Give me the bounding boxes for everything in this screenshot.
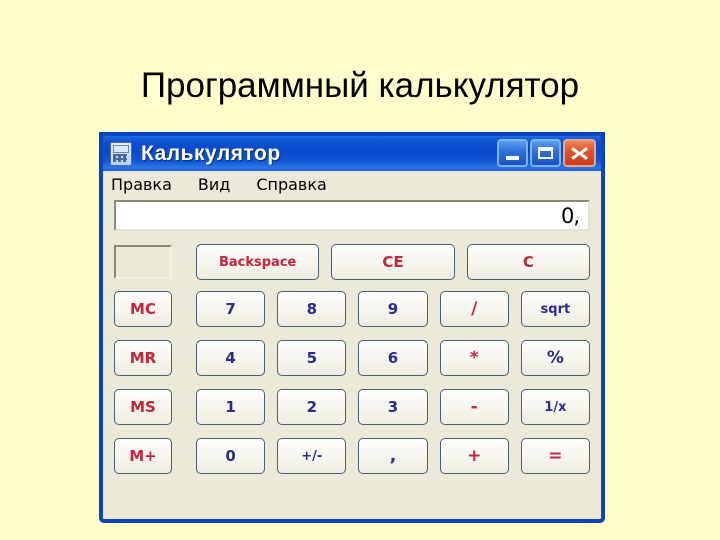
close-x-glyph	[571, 147, 588, 160]
sign-toggle-button[interactable]: +/-	[277, 438, 347, 474]
add-button[interactable]: +	[439, 438, 509, 474]
maximize-icon[interactable]	[530, 139, 561, 167]
top-button-row: Backspace CE C	[114, 243, 590, 281]
memory-button-column: MC MR MS M+	[114, 291, 172, 474]
display-field[interactable]: 0,	[114, 200, 590, 231]
menu-item-edit[interactable]: Правка	[111, 175, 172, 194]
digit-3-button[interactable]: 3	[358, 389, 428, 425]
clear-entry-button[interactable]: CE	[331, 244, 455, 280]
minimize-icon[interactable]	[497, 139, 528, 167]
equals-button[interactable]: =	[520, 438, 590, 474]
percent-button[interactable]: %	[520, 340, 590, 376]
subtract-button[interactable]: -	[439, 389, 509, 425]
sqrt-button[interactable]: sqrt	[520, 291, 590, 327]
digit-9-button[interactable]: 9	[358, 291, 428, 327]
divide-button[interactable]: /	[439, 291, 509, 327]
calculator-icon	[110, 141, 132, 166]
calculator-window: Калькулятор Правка Вид Справка 0, Backsp…	[100, 133, 604, 522]
reciprocal-button[interactable]: 1/x	[520, 389, 590, 425]
clear-button[interactable]: C	[466, 244, 590, 280]
digit-7-button[interactable]: 7	[196, 291, 266, 327]
digit-5-button[interactable]: 5	[277, 340, 347, 376]
digit-2-button[interactable]: 2	[277, 389, 347, 425]
memory-clear-button[interactable]: MC	[114, 291, 172, 327]
clear-button-group: Backspace CE C	[196, 244, 590, 280]
window-title: Калькулятор	[141, 141, 281, 165]
menu-item-help[interactable]: Справка	[256, 175, 327, 194]
memory-add-button[interactable]: M+	[114, 438, 172, 474]
window-controls	[497, 139, 596, 167]
menu-bar: Правка Вид Справка	[103, 171, 601, 197]
keypad: MC MR MS M+ 7 8 9 / sqrt 4 5 6 * % 1 2 3…	[114, 291, 590, 474]
digit-6-button[interactable]: 6	[358, 340, 428, 376]
digit-0-button[interactable]: 0	[196, 438, 266, 474]
memory-indicator	[114, 245, 172, 279]
digit-8-button[interactable]: 8	[277, 291, 347, 327]
main-keypad-grid: 7 8 9 / sqrt 4 5 6 * % 1 2 3 - 1/x 0 +/-…	[196, 291, 590, 474]
memory-store-button[interactable]: MS	[114, 389, 172, 425]
page-title: Программный калькулятор	[140, 66, 580, 106]
backspace-button[interactable]: Backspace	[196, 244, 320, 280]
digit-4-button[interactable]: 4	[196, 340, 266, 376]
menu-item-view[interactable]: Вид	[198, 175, 230, 194]
digit-1-button[interactable]: 1	[196, 389, 266, 425]
close-icon[interactable]	[563, 139, 596, 167]
multiply-button[interactable]: *	[439, 340, 509, 376]
memory-recall-button[interactable]: MR	[114, 340, 172, 376]
decimal-separator-button[interactable]: ,	[358, 438, 428, 474]
window-titlebar: Калькулятор	[100, 133, 604, 171]
display-value: 0,	[560, 203, 580, 228]
